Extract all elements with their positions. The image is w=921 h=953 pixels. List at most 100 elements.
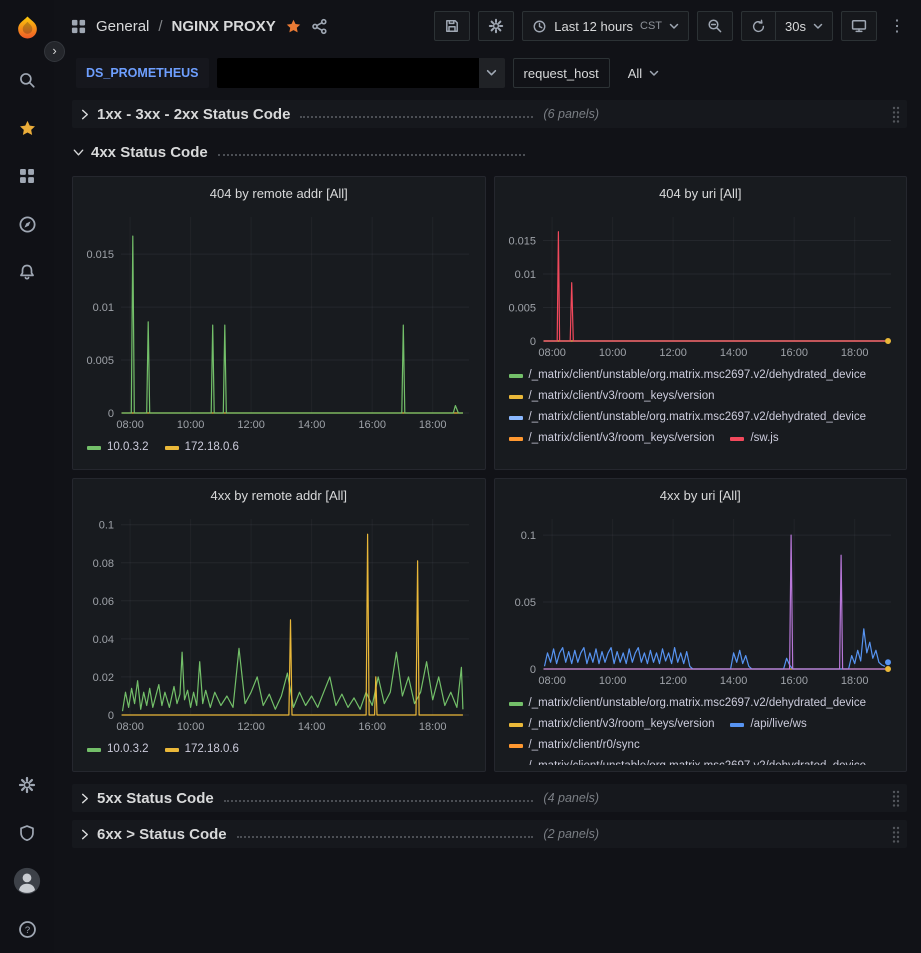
legend-item[interactable]: /sw.js [730, 428, 778, 449]
panel-title[interactable]: 4xx by remote addr [All] [79, 485, 479, 511]
dotted-leader [224, 800, 534, 802]
legend-item[interactable]: /_matrix/client/v3/room_keys/version [509, 714, 715, 735]
svg-text:18:00: 18:00 [840, 675, 868, 687]
chevron-down-icon [649, 70, 659, 77]
tv-mode-button[interactable] [841, 11, 877, 41]
row-drag-handle[interactable] [891, 789, 901, 807]
legend-item[interactable]: /_matrix/client/v3/room_keys/version [509, 428, 715, 449]
profile-nav-button[interactable] [0, 857, 54, 905]
refresh-interval-dropdown[interactable]: 30s [775, 11, 833, 41]
breadcrumb-section[interactable]: General [96, 18, 149, 35]
dashboards-nav-button[interactable] [0, 152, 54, 200]
panel-4xx-by-remote-addr: 4xx by remote addr [All] 08:0010:0012:00… [72, 478, 486, 772]
variable-value-request-host[interactable]: All [618, 58, 669, 88]
row-4xx[interactable]: 4xx Status Code [72, 138, 907, 166]
gear-icon [18, 776, 36, 794]
server-admin-nav-button[interactable] [0, 809, 54, 857]
variable-value-datasource[interactable] [217, 58, 505, 88]
explore-nav-button[interactable] [0, 200, 54, 248]
legend-row: /_matrix/client/v3/room_keys/version [509, 386, 895, 407]
legend-swatch [509, 765, 523, 766]
sidebar-expand-chevron[interactable]: › [44, 41, 65, 62]
panel-404-by-uri: 404 by uri [All] 08:0010:0012:0014:0016:… [494, 176, 908, 470]
alerting-nav-button[interactable] [0, 248, 54, 296]
legend-item[interactable]: 10.0.3.2 [87, 739, 149, 760]
time-zone-label: CST [640, 20, 662, 32]
legend-swatch [730, 437, 744, 441]
configuration-nav-button[interactable] [0, 761, 54, 809]
svg-text:0.015: 0.015 [508, 236, 536, 248]
legend-item[interactable]: /_matrix/client/r0/sync [509, 735, 640, 756]
search-icon [18, 71, 36, 89]
timeseries-chart[interactable]: 08:0010:0012:0014:0016:0018:0000.0050.01… [501, 209, 901, 361]
refresh-button[interactable] [741, 11, 775, 41]
save-dashboard-button[interactable] [434, 11, 470, 41]
legend-item[interactable]: /api/live/ws [730, 714, 806, 735]
row-title: 4xx Status Code [91, 144, 208, 161]
top-navbar: General / NGINX PROXY [54, 0, 921, 52]
svg-text:08:00: 08:00 [538, 675, 566, 687]
variable-label-request-host[interactable]: request_host [513, 58, 610, 88]
sidebar: ? [0, 0, 54, 953]
svg-text:0: 0 [108, 408, 114, 420]
gear-icon [488, 18, 504, 34]
apps-grid-icon [70, 18, 87, 35]
legend-label: /_matrix/client/unstable/org.matrix.msc2… [529, 693, 867, 714]
timeseries-chart[interactable]: 08:0010:0012:0014:0016:0018:0000.050.1 [501, 511, 901, 689]
chevron-right-icon: › [52, 44, 56, 57]
legend-label: /_matrix/client/v3/room_keys/version [529, 714, 715, 735]
breadcrumb-separator: / [158, 18, 162, 35]
legend-item[interactable]: /_matrix/client/unstable/org.matrix.msc2… [509, 693, 867, 714]
panel-legend: 10.0.3.2 172.18.0.6 [79, 433, 479, 463]
zoom-out-button[interactable] [697, 11, 733, 41]
legend-item[interactable]: /_matrix/client/unstable/org.matrix.msc2… [509, 756, 867, 765]
panel-title[interactable]: 404 by remote addr [All] [79, 183, 479, 209]
dashboard-settings-button[interactable] [478, 11, 514, 41]
panel-title[interactable]: 4xx by uri [All] [501, 485, 901, 511]
legend-label: /_matrix/client/unstable/org.matrix.msc2… [529, 407, 867, 428]
time-range-picker[interactable]: Last 12 hours CST [522, 11, 689, 41]
legend-row: 10.0.3.2 172.18.0.6 [87, 739, 473, 760]
time-range-label: Last 12 hours [554, 19, 633, 34]
panel-title[interactable]: 404 by uri [All] [501, 183, 901, 209]
starred-nav-button[interactable] [0, 104, 54, 152]
refresh-icon [751, 19, 766, 34]
row-5xx[interactable]: 5xx Status Code (4 panels) [72, 784, 907, 812]
svg-text:0.015: 0.015 [86, 249, 114, 261]
kebab-menu-button[interactable]: ⋮ [885, 11, 909, 41]
svg-text:0: 0 [529, 664, 535, 676]
legend-item[interactable]: /_matrix/client/unstable/org.matrix.msc2… [509, 407, 867, 428]
chevron-right-icon [78, 828, 91, 841]
chevron-down-icon [72, 146, 85, 159]
bell-icon [18, 263, 36, 281]
svg-text:0.06: 0.06 [93, 596, 114, 608]
svg-text:14:00: 14:00 [298, 721, 326, 733]
favorite-star-icon[interactable] [285, 18, 302, 35]
legend-swatch [87, 446, 101, 450]
legend-item[interactable]: /_matrix/client/v3/room_keys/version [509, 386, 715, 407]
svg-text:0.02: 0.02 [93, 672, 114, 684]
legend-item[interactable]: 172.18.0.6 [165, 739, 239, 760]
avatar [13, 867, 41, 895]
variable-label-datasource[interactable]: DS_PROMETHEUS [76, 58, 209, 88]
search-nav-button[interactable] [0, 56, 54, 104]
legend-item[interactable]: 172.18.0.6 [165, 437, 239, 458]
dashboard-title[interactable]: NGINX PROXY [172, 18, 276, 35]
chevron-down-icon [669, 23, 679, 30]
row-6xx[interactable]: 6xx > Status Code (2 panels) [72, 820, 907, 848]
legend-item[interactable]: /_matrix/client/unstable/org.matrix.msc2… [509, 365, 867, 386]
help-icon: ? [18, 920, 37, 939]
zoom-out-icon [707, 18, 723, 34]
timeseries-chart[interactable]: 08:0010:0012:0014:0016:0018:0000.020.040… [79, 511, 479, 735]
timeseries-chart[interactable]: 08:0010:0012:0014:0016:0018:0000.0050.01… [79, 209, 479, 433]
legend-row: /_matrix/client/v3/room_keys/version/api… [509, 714, 895, 735]
svg-text:0.05: 0.05 [514, 597, 535, 609]
row-1xx-3xx-2xx[interactable]: 1xx - 3xx - 2xx Status Code (6 panels) [72, 100, 907, 128]
share-icon[interactable] [311, 18, 328, 35]
help-nav-button[interactable]: ? [0, 905, 54, 953]
legend-item[interactable]: 10.0.3.2 [87, 437, 149, 458]
row-title: 5xx Status Code [97, 790, 214, 807]
datasource-value-redacted [217, 58, 479, 88]
row-drag-handle[interactable] [891, 825, 901, 843]
row-drag-handle[interactable] [891, 105, 901, 123]
